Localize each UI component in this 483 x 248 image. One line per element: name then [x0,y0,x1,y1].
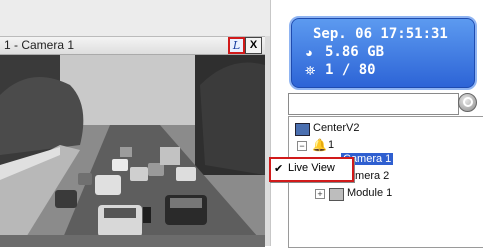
tree-module-label: Module 1 [347,187,393,199]
status-panel: Sep. 06 17:51:31 ◕ 5.86 GB ⛯ 1 / 80 [289,16,477,90]
status-camera-count: 1 / 80 [325,62,376,78]
collapse-icon[interactable]: − [297,141,307,151]
tree-root-label: CenterV2 [313,122,360,134]
device-tree[interactable]: CenterV2 − 🔔 1 Camera 1 Camera 2 + Modul… [288,116,483,248]
status-storage: 5.86 GB [325,44,385,60]
camera-title: 1 - Camera 1 [4,38,75,52]
view-mode-button[interactable]: L [228,37,245,54]
storage-pie-icon: ◕ [305,45,313,60]
server-icon [295,123,310,136]
camera-video-feed[interactable] [0,55,265,247]
bell-icon: 🔔 [312,138,327,152]
module-icon [329,188,344,201]
street-scene-image [0,55,265,247]
camera-icon: ⛯ [305,63,316,78]
search-input[interactable] [288,93,459,115]
window-top-bar [0,0,270,36]
camera-titlebar[interactable]: 1 - Camera 1 L X [0,37,265,55]
close-button[interactable]: X [245,37,262,54]
context-menu: ✔ Live View [269,157,354,182]
check-icon: ✔ [274,163,284,175]
search-icon[interactable] [458,93,477,112]
camera-window-background: 1 - Camera 1 L X [0,0,271,247]
expand-icon[interactable]: + [315,189,325,199]
camera-pane: 1 - Camera 1 L X [0,36,265,247]
tree-group-label: 1 [328,139,335,151]
menu-item-live-view[interactable]: Live View [288,162,335,174]
status-datetime: Sep. 06 17:51:31 [313,26,448,42]
